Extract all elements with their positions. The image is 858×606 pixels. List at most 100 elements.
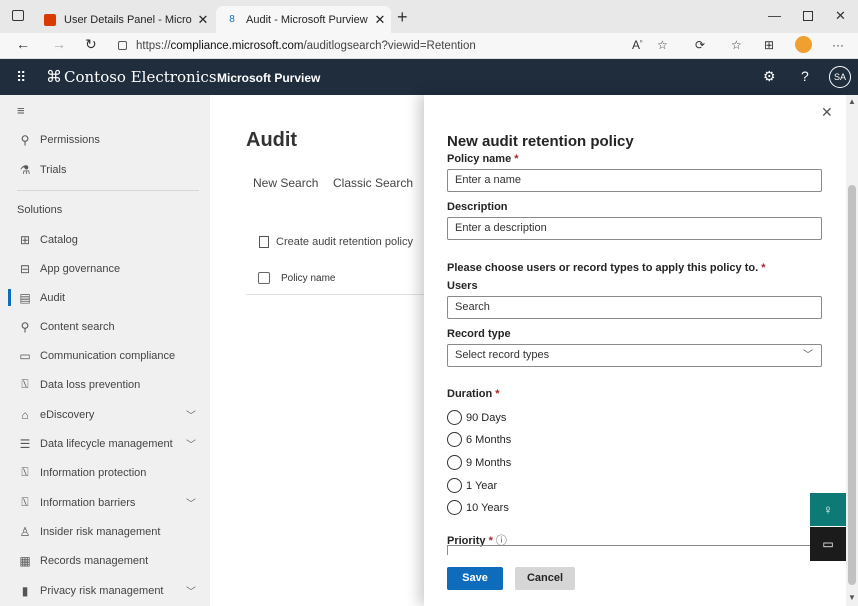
nav-item-permissions[interactable]: ⚲ Permissions (0, 125, 210, 154)
minimize-icon[interactable]: — (768, 8, 781, 23)
duration-option-10-years[interactable]: 10 Years (447, 500, 509, 515)
nav-item-label: App governance (40, 262, 121, 275)
profile-icon[interactable] (795, 36, 812, 53)
active-indicator (8, 289, 11, 306)
record-type-label: Record type (447, 328, 511, 340)
nav-item-content-search[interactable]: ⚲ Content search (0, 312, 210, 341)
nav-item-app-governance[interactable]: ⊟ App governance (0, 254, 210, 283)
help-fab[interactable]: ♀ (810, 493, 846, 526)
page-scrollbar[interactable]: ▲ ▼ (846, 95, 858, 606)
nav-item-label: Data loss prevention (40, 378, 141, 391)
nav-item-label: Information barriers (40, 496, 136, 509)
nav-item-records-management[interactable]: ▦ Records management (0, 546, 210, 575)
chevron-down-icon[interactable]: ﹀ (186, 407, 196, 422)
duration-option-90-days[interactable]: 90 Days (447, 410, 506, 425)
tab-actions-icon[interactable] (12, 10, 24, 21)
priority-input[interactable] (447, 545, 822, 555)
privacy-icon: ▮ (21, 583, 29, 598)
app-name[interactable]: Microsoft Purview (217, 71, 320, 85)
chevron-down-icon[interactable]: ﹀ (186, 583, 196, 598)
feedback-fab[interactable]: ▭ (810, 527, 846, 561)
nav-item-insider-risk-management[interactable]: ♙ Insider risk management (0, 517, 210, 546)
close-icon[interactable]: ✕ (369, 12, 391, 28)
radio-button[interactable] (447, 455, 462, 470)
duration-option-1-year[interactable]: 1 Year (447, 478, 497, 493)
extensions-icon[interactable]: ⟳ (695, 38, 705, 52)
scroll-up-icon[interactable]: ▲ (848, 97, 856, 106)
chevron-down-icon: ﹀ (803, 350, 813, 361)
radio-label: 1 Year (466, 479, 498, 492)
tab-new-search[interactable]: New Search (253, 176, 318, 190)
nav-divider (17, 190, 199, 191)
radio-button[interactable] (447, 500, 462, 515)
tab-user-details[interactable]: User Details Panel - Microsoft 36 ✕ (34, 6, 214, 33)
close-icon[interactable]: ✕ (192, 12, 214, 28)
nav-item-audit[interactable]: ▤ Audit (0, 283, 210, 312)
duration-option-9-months[interactable]: 9 Months (447, 455, 511, 470)
close-window-icon[interactable]: ✕ (835, 8, 846, 24)
select-all-checkbox[interactable] (258, 272, 270, 284)
chevron-down-icon[interactable]: ﹀ (186, 495, 196, 510)
hamburger-icon[interactable]: ≡ (17, 103, 25, 118)
lock-icon (118, 41, 127, 50)
description-input[interactable]: Enter a description (447, 217, 822, 240)
nav-item-privacy-risk-management[interactable]: ▮ Privacy risk management ﹀ (0, 576, 210, 605)
nav-item-catalog[interactable]: ⊞ Catalog (0, 225, 210, 254)
close-panel-icon[interactable]: ✕ (821, 104, 833, 121)
nav-item-information-protection[interactable]: ⍂ Information protection (0, 458, 210, 487)
favorites-list-icon[interactable]: ☆ (731, 38, 742, 52)
trial-icon: ⚗ (19, 162, 31, 177)
url-field[interactable]: https://compliance.microsoft.com/auditlo… (118, 37, 678, 55)
app-governance-icon: ⊟ (19, 261, 31, 276)
insider-icon: ♙ (19, 524, 31, 539)
new-tab-icon[interactable]: + (397, 7, 408, 28)
nav-item-ediscovery[interactable]: ⌂ eDiscovery ﹀ (0, 400, 210, 429)
help-icon[interactable]: ? (801, 68, 809, 84)
radio-button[interactable] (447, 478, 462, 493)
column-policy-name[interactable]: Policy name (281, 273, 335, 284)
record-type-dropdown[interactable]: Select record types ﹀ (447, 344, 822, 367)
nav-item-label: Data lifecycle management (40, 437, 173, 450)
org-name[interactable]: Contoso Electronics (64, 68, 217, 86)
save-button[interactable]: Save (447, 567, 503, 590)
lifecycle-icon: ☰ (19, 436, 31, 451)
duration-option-6-months[interactable]: 6 Months (447, 432, 511, 447)
users-search-input[interactable]: Search (447, 296, 822, 319)
chevron-down-icon[interactable]: ﹀ (186, 436, 196, 451)
cancel-button[interactable]: Cancel (515, 567, 575, 590)
nav-item-data-lifecycle-management[interactable]: ☰ Data lifecycle management ﹀ (0, 429, 210, 458)
tab-classic-search[interactable]: Classic Search (333, 176, 413, 190)
nav-item-data-loss-prevention[interactable]: ⍂ Data loss prevention (0, 370, 210, 399)
favorite-icon[interactable]: ☆ (657, 38, 668, 52)
catalog-icon: ⊞ (19, 232, 31, 247)
scroll-down-icon[interactable]: ▼ (848, 593, 856, 602)
address-bar: ← → ↻ https://compliance.microsoft.com/a… (0, 33, 858, 59)
policy-name-input[interactable]: Enter a name (447, 169, 822, 192)
app-launcher-icon[interactable]: ⠿ (16, 69, 26, 86)
refresh-icon[interactable]: ↻ (85, 36, 97, 53)
left-nav: ≡ ⚲ Permissions ⚗ Trials Solutions ⊞ Cat… (0, 95, 210, 606)
scroll-thumb[interactable] (848, 185, 856, 585)
create-policy-button[interactable]: Create audit retention policy (259, 236, 413, 248)
read-aloud-icon[interactable]: Aⁿ (632, 38, 643, 52)
nav-section-title: Solutions (17, 204, 63, 216)
collections-icon[interactable]: ⊞ (764, 38, 774, 52)
office-icon (44, 13, 56, 26)
records-icon: ▦ (19, 553, 31, 568)
feedback-icon: ▭ (822, 537, 834, 551)
forward-icon[interactable]: → (52, 36, 66, 52)
tab-audit[interactable]: 8 Audit - Microsoft Purview ✕ (216, 6, 391, 33)
avatar[interactable]: SA (829, 66, 851, 88)
nav-item-communication-compliance[interactable]: ▭ Communication compliance (0, 341, 210, 370)
nav-item-information-barriers[interactable]: ⍂ Information barriers ﹀ (0, 488, 210, 517)
radio-button[interactable] (447, 432, 462, 447)
back-icon[interactable]: ← (16, 36, 30, 52)
more-icon[interactable]: ··· (832, 38, 844, 52)
nav-item-trials[interactable]: ⚗ Trials (0, 155, 210, 184)
radio-label: 90 Days (466, 411, 507, 424)
settings-icon[interactable]: ⚙ (763, 68, 776, 85)
nav-item-label: Catalog (40, 233, 78, 246)
radio-button[interactable] (447, 410, 462, 425)
ediscovery-icon: ⌂ (21, 407, 29, 422)
maximize-icon[interactable] (803, 11, 813, 21)
